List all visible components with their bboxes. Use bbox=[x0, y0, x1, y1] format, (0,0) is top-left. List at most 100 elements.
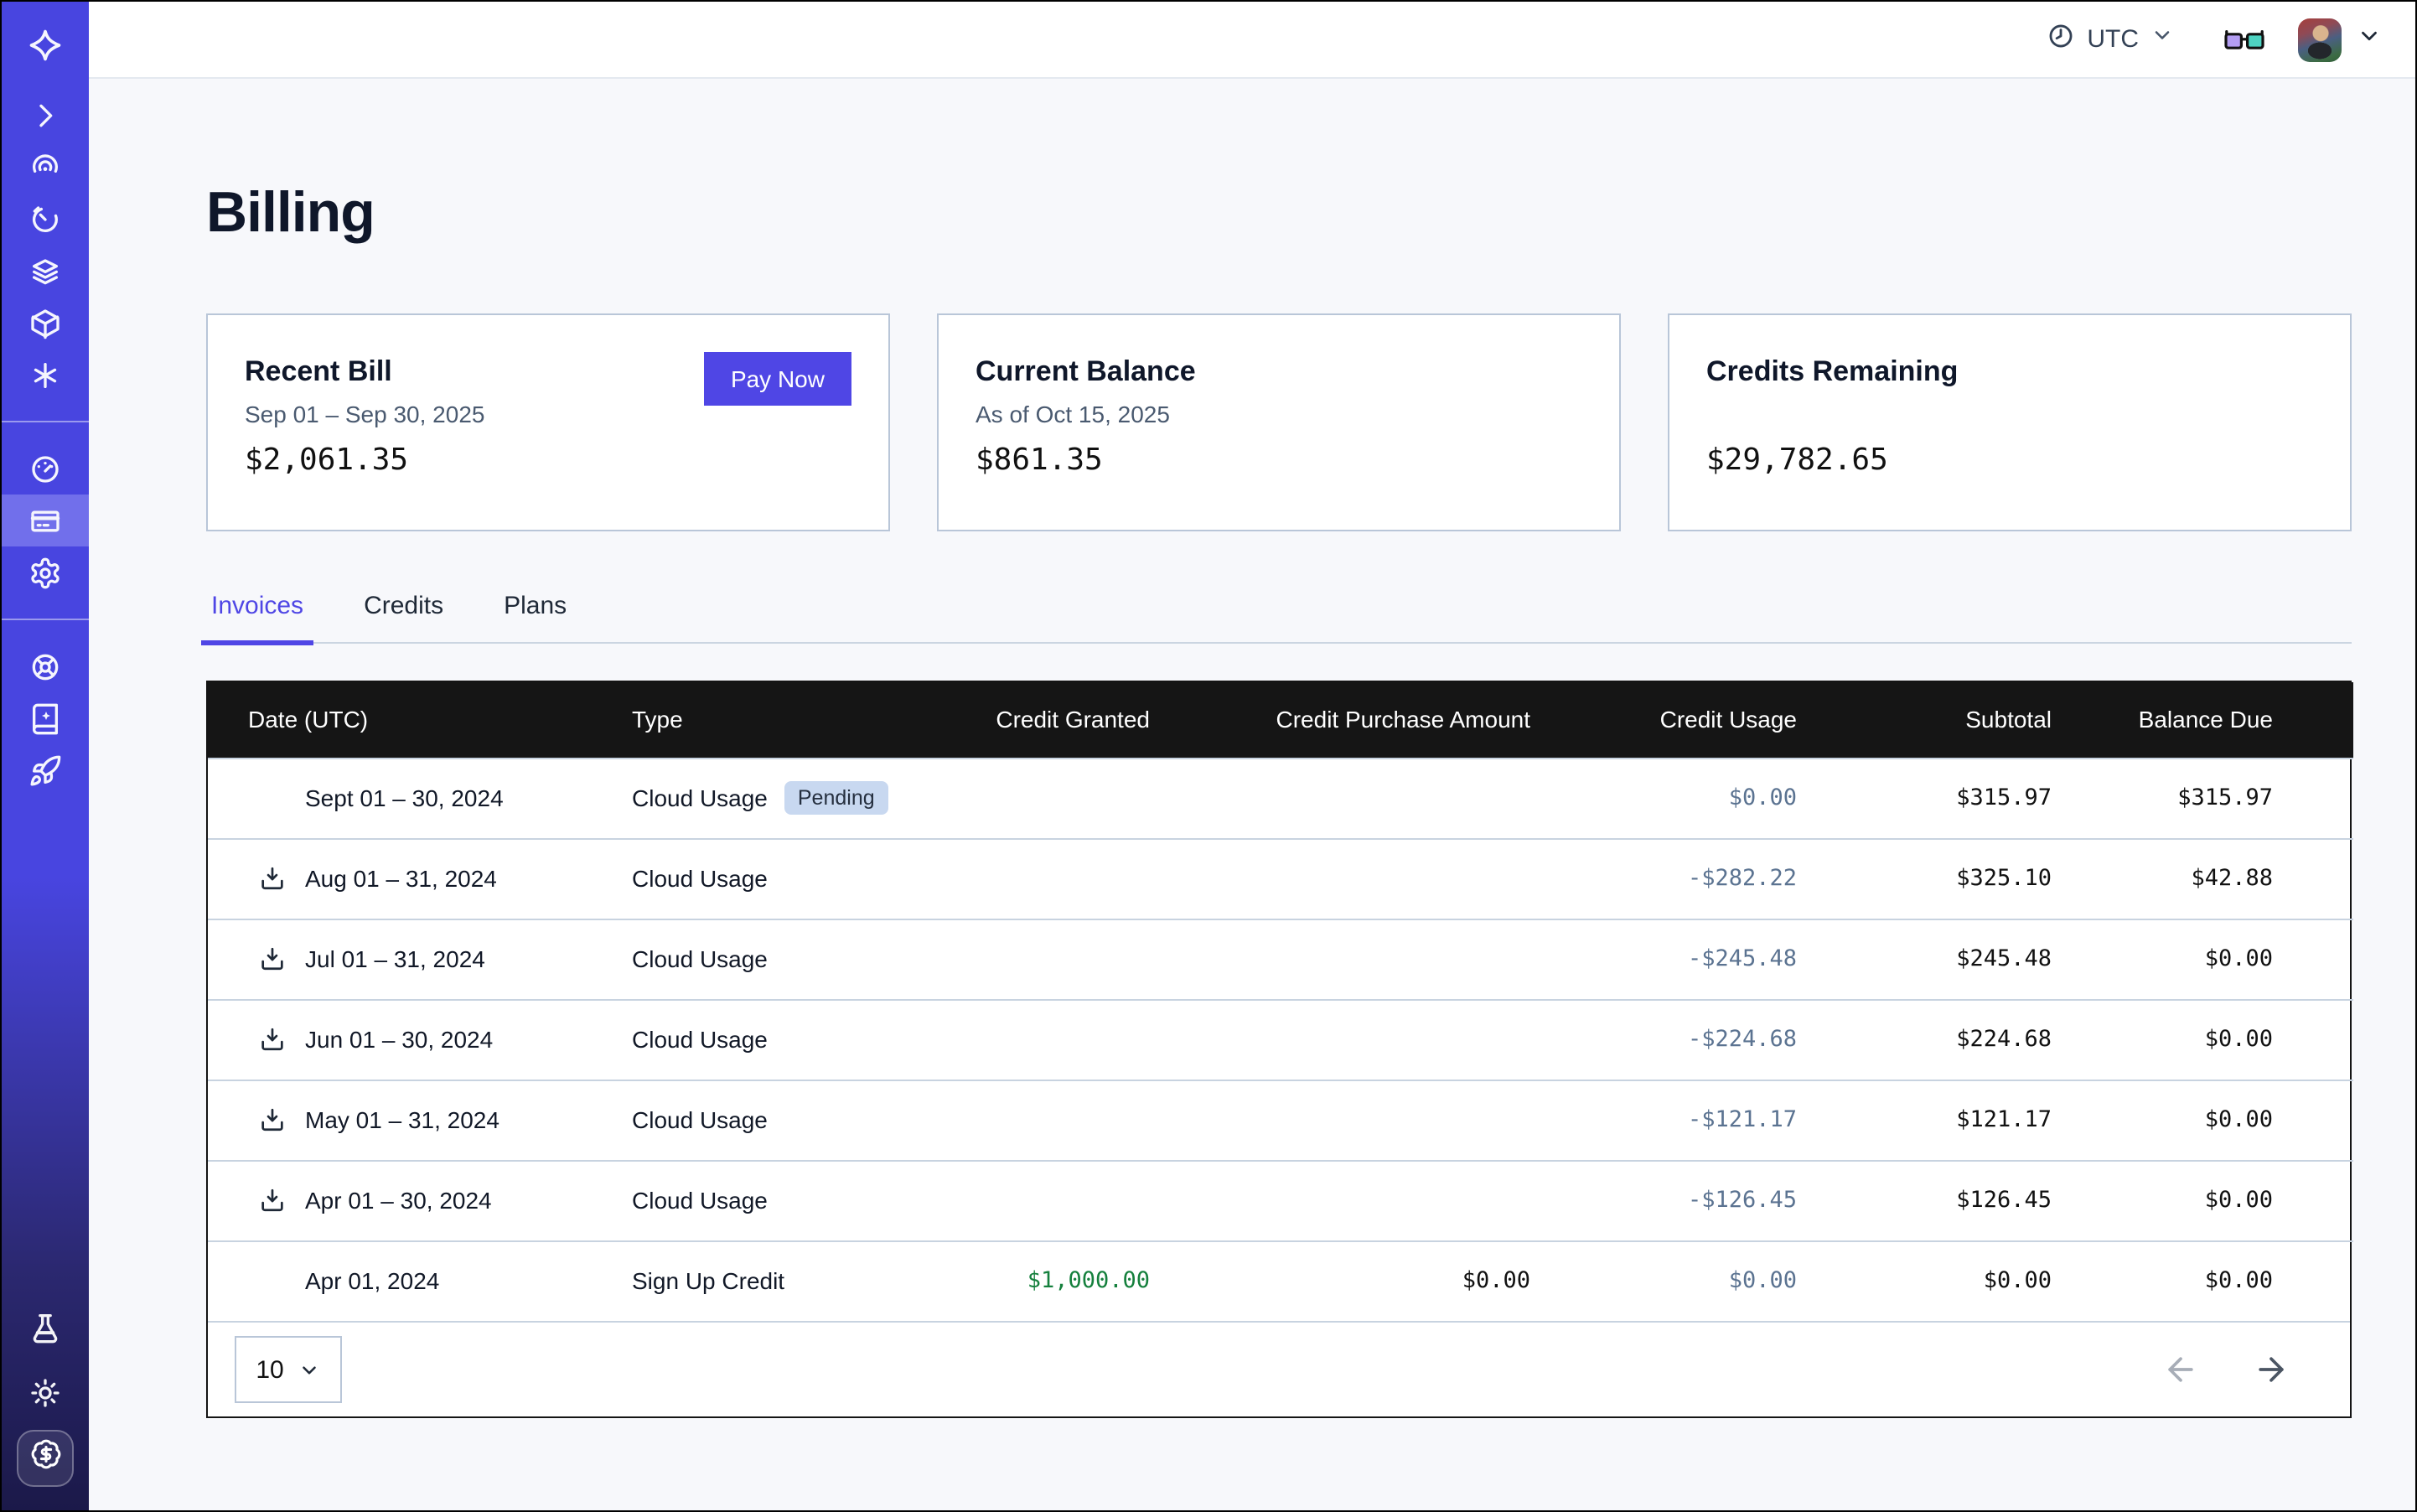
layers-icon bbox=[28, 254, 62, 287]
sidebar-item-guide-book[interactable] bbox=[2, 692, 89, 744]
chevron-right-icon bbox=[28, 98, 62, 132]
credit-granted-cell bbox=[934, 1160, 1190, 1240]
balance-due-cell: $0.00 bbox=[2092, 999, 2353, 1080]
sidebar bbox=[2, 2, 89, 1510]
invoice-date-cell: Apr 01 – 30, 2024 bbox=[208, 1160, 632, 1240]
cube-icon bbox=[28, 306, 62, 339]
current-balance-amount: $861.35 bbox=[976, 443, 1103, 478]
invoice-type: Cloud Usage bbox=[632, 1106, 768, 1133]
download-invoice-icon[interactable] bbox=[258, 1106, 287, 1134]
pay-now-button[interactable]: Pay Now bbox=[704, 352, 851, 406]
download-invoice-icon[interactable] bbox=[258, 1186, 287, 1214]
tab-invoices[interactable]: Invoices bbox=[206, 592, 308, 642]
credits-remaining-card: Credits Remaining $29,782.65 bbox=[1668, 313, 2352, 531]
page-size-select[interactable]: 10 bbox=[235, 1336, 342, 1403]
tab-credits[interactable]: Credits bbox=[359, 592, 448, 642]
credit-purchase-amount-cell bbox=[1190, 999, 1571, 1080]
credit-granted-cell bbox=[934, 838, 1190, 919]
sidebar-item-badge-dollar[interactable] bbox=[17, 1430, 74, 1487]
sidebar-item-timer[interactable] bbox=[2, 193, 89, 245]
credits-remaining-amount: $29,782.65 bbox=[1706, 443, 1888, 478]
credit-purchase-amount-cell: $0.00 bbox=[1190, 1240, 1571, 1321]
credit-usage-cell: $0.00 bbox=[1571, 1240, 1837, 1321]
timezone-selector[interactable]: UTC bbox=[2047, 21, 2174, 58]
subtotal-cell: $245.48 bbox=[1837, 919, 2092, 999]
clock-icon bbox=[2047, 21, 2075, 58]
sidebar-item-flask[interactable] bbox=[2, 1302, 89, 1354]
previous-page-button[interactable] bbox=[2162, 1351, 2199, 1388]
chevron-down-icon bbox=[299, 1359, 321, 1380]
credit-usage-cell: $0.00 bbox=[1571, 758, 1837, 838]
status-badge: Pending bbox=[784, 781, 888, 815]
recent-bill-amount: $2,061.35 bbox=[245, 443, 408, 478]
tab-plans[interactable]: Plans bbox=[499, 592, 572, 642]
credit-purchase-amount-cell bbox=[1190, 919, 1571, 999]
arrow-right-icon bbox=[2253, 1351, 2290, 1388]
invoice-date: Apr 01 – 30, 2024 bbox=[305, 1187, 492, 1214]
invoice-row: Aug 01 – 31, 2024 Cloud Usage -$282.22$325… bbox=[208, 838, 2353, 919]
credit-granted-cell bbox=[934, 919, 1190, 999]
chevron-down-icon[interactable] bbox=[2357, 23, 2382, 56]
sidebar-item-layers[interactable] bbox=[2, 245, 89, 297]
sidebar-divider bbox=[2, 421, 89, 422]
invoice-date-cell: Sept 01 – 30, 2024 bbox=[208, 758, 632, 838]
invoice-type-cell: Sign Up Credit bbox=[632, 1240, 934, 1321]
invoice-date-cell: Aug 01 – 31, 2024 bbox=[208, 838, 632, 919]
sidebar-item-life-buoy[interactable] bbox=[2, 640, 89, 692]
app-window: UTC Billing Recent Bill Sep 01 – Se bbox=[0, 0, 2417, 1512]
sidebar-item-orbit-logo[interactable] bbox=[2, 2, 89, 89]
sidebar-divider bbox=[2, 619, 89, 620]
invoice-date-cell: May 01 – 31, 2024 bbox=[208, 1080, 632, 1160]
current-balance-card: Current Balance As of Oct 15, 2025 $861.… bbox=[937, 313, 1621, 531]
balance-due-cell: $42.88 bbox=[2092, 838, 2353, 919]
download-invoice-icon[interactable] bbox=[258, 864, 287, 893]
sidebar-item-rocket[interactable] bbox=[2, 744, 89, 796]
card-title: Credits Remaining bbox=[1706, 355, 2313, 389]
invoice-date-cell: Jun 01 – 30, 2024 bbox=[208, 999, 632, 1080]
invoice-date: Jun 01 – 30, 2024 bbox=[305, 1026, 493, 1053]
credit-granted-cell bbox=[934, 999, 1190, 1080]
invoice-type: Cloud Usage bbox=[632, 784, 768, 811]
credit-usage-cell: -$121.17 bbox=[1571, 1080, 1837, 1160]
sidebar-item-scan-eye[interactable] bbox=[2, 141, 89, 193]
subtotal-cell: $126.45 bbox=[1837, 1160, 2092, 1240]
topbar: UTC bbox=[89, 2, 2415, 79]
sidebar-item-chevron-right[interactable] bbox=[2, 89, 89, 141]
column-header-subtotal: Subtotal bbox=[1837, 682, 2092, 758]
user-avatar[interactable] bbox=[2298, 18, 2342, 61]
balance-due-cell: $0.00 bbox=[2092, 1160, 2353, 1240]
balance-due-cell: $0.00 bbox=[2092, 919, 2353, 999]
invoice-row: May 01 – 31, 2024Cloud Usage-$121.17$121… bbox=[208, 1080, 2353, 1160]
subtotal-cell: $325.10 bbox=[1837, 838, 2092, 919]
invoice-date: May 01 – 31, 2024 bbox=[305, 1106, 499, 1133]
column-header-credit-usage: Credit Usage bbox=[1571, 682, 1837, 758]
guide-book-icon bbox=[28, 702, 62, 735]
billing-page: Billing Recent Bill Sep 01 – Sep 30, 202… bbox=[89, 79, 2415, 1510]
sidebar-item-credit-card[interactable] bbox=[2, 495, 89, 546]
rocket-icon bbox=[28, 753, 62, 787]
arrow-left-icon bbox=[2162, 1351, 2199, 1388]
sidebar-item-sun[interactable] bbox=[2, 1366, 89, 1418]
page-size-value: 10 bbox=[256, 1355, 283, 1384]
download-invoice-icon[interactable] bbox=[258, 945, 287, 973]
invoice-type-cell: Cloud Usage bbox=[632, 1160, 934, 1240]
invoice-date: Aug 01 – 31, 2024 bbox=[305, 865, 497, 892]
invoice-row: Apr 01, 2024Sign Up Credit$1,000.00$0.00… bbox=[208, 1240, 2353, 1321]
download-invoice-icon[interactable] bbox=[258, 1025, 287, 1054]
next-page-button[interactable] bbox=[2253, 1351, 2290, 1388]
subtotal-cell: $0.00 bbox=[1837, 1240, 2092, 1321]
sidebar-item-asterisk[interactable] bbox=[2, 349, 89, 401]
sidebar-item-cube[interactable] bbox=[2, 297, 89, 349]
invoice-date: Sept 01 – 30, 2024 bbox=[305, 784, 504, 811]
sidebar-item-gauge[interactable] bbox=[2, 443, 89, 495]
orbit-logo-icon bbox=[27, 27, 64, 64]
sidebar-item-gear[interactable] bbox=[2, 546, 89, 598]
credit-card-icon bbox=[28, 504, 62, 537]
credit-purchase-amount-cell bbox=[1190, 1160, 1571, 1240]
card-title: Current Balance bbox=[976, 355, 1582, 389]
invoice-type: Cloud Usage bbox=[632, 865, 768, 892]
column-header-balance-due: Balance Due bbox=[2092, 682, 2353, 758]
credit-granted-cell bbox=[934, 1080, 1190, 1160]
3d-glasses-icon[interactable] bbox=[2224, 28, 2264, 51]
credit-usage-cell: -$282.22 bbox=[1571, 838, 1837, 919]
